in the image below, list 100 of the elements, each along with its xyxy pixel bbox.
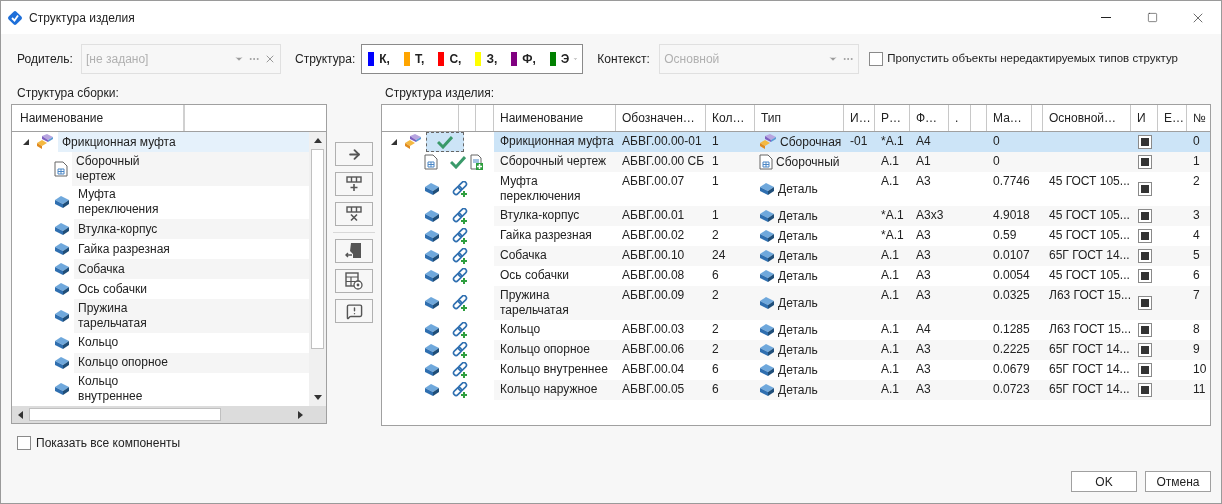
vertical-scrollbar[interactable]	[309, 132, 326, 406]
tree-item[interactable]: Фрикционная муфта	[58, 132, 309, 152]
delete-row-button[interactable]	[335, 202, 373, 226]
row-checkbox[interactable]	[1137, 182, 1152, 196]
assembly-icon	[36, 134, 54, 150]
table-row[interactable]: Кольцо наружное АБВГ.00.05 6 Деталь А.1 А3 0.0723 65Г ГОСТ 14... 11	[382, 380, 1210, 400]
tree-item[interactable]: Втулка-корпус	[74, 219, 309, 239]
structure-code: К,	[379, 51, 390, 68]
column-header[interactable]: Р…	[875, 105, 910, 131]
assembly-icon	[404, 134, 422, 150]
assembly-title: Структура сборки:	[16, 85, 120, 102]
table-cell: 65Г ГОСТ 14...	[1049, 362, 1130, 376]
table-cell: 0.2225	[993, 342, 1030, 356]
scroll-thumb[interactable]	[311, 149, 324, 349]
row-checkbox[interactable]	[1137, 249, 1152, 263]
table-cell: 0.1285	[993, 322, 1030, 336]
row-checkbox[interactable]	[1137, 343, 1152, 357]
table-cell: АБВГ.00.10	[622, 248, 685, 262]
skip-checkbox[interactable]	[869, 52, 884, 66]
scroll-thumb[interactable]	[29, 408, 221, 421]
row-checkbox[interactable]	[1137, 323, 1152, 337]
drawing-icon	[54, 160, 68, 177]
link-plus-icon	[452, 381, 469, 399]
column-header[interactable]: Ма…	[987, 105, 1032, 131]
table-cell: Кольцо внутреннее	[500, 362, 608, 376]
row-checkbox[interactable]	[1137, 383, 1152, 397]
table-cell: А.1	[881, 362, 899, 376]
table-cell: *А.1	[881, 134, 904, 148]
table-cell: Собачка	[500, 248, 547, 262]
column-header[interactable]: И	[1131, 105, 1158, 131]
row-checkbox[interactable]	[1137, 155, 1152, 169]
row-checkbox[interactable]	[1137, 363, 1152, 377]
window-title: Структура изделия	[29, 9, 135, 27]
structure-code: Т,	[414, 51, 425, 68]
block-icon	[424, 296, 440, 310]
block-icon	[759, 182, 775, 196]
row-checkbox[interactable]	[1137, 135, 1152, 149]
column-header[interactable]: №	[1187, 105, 1210, 131]
horizontal-scrollbar[interactable]	[12, 406, 326, 423]
dropdown-icon	[234, 54, 244, 64]
show-all-checkbox[interactable]	[17, 436, 31, 450]
column-header[interactable]: И…	[844, 105, 875, 131]
table-cell: 24	[712, 248, 726, 262]
link-plus-icon	[452, 294, 469, 312]
show-all-label: Показать все компоненты	[36, 435, 181, 452]
table-row[interactable]: Сборочный чертеж АБВГ.00.00 СБ 1 Сборочный А.1 А1 0 1	[382, 152, 1210, 172]
table-cell: 45 ГОСТ 105...	[1049, 228, 1130, 242]
table-cell: Сборочный чертеж	[500, 154, 607, 168]
row-checkbox[interactable]	[1137, 209, 1152, 223]
tree-item[interactable]: Собачка	[74, 259, 309, 279]
table-row[interactable]: Пружина тарельчатая АБВГ.00.09 2 Деталь А.1 А3 0.0325 Л63 ГОСТ 15... 7	[382, 286, 1210, 320]
table-row[interactable]: Кольцо опорное АБВГ.00.06 2 Деталь А.1 А3 0.2225 65Г ГОСТ 14... 9	[382, 340, 1210, 360]
note-exclamation-icon	[345, 302, 363, 320]
block-icon	[759, 363, 775, 377]
import-button[interactable]	[335, 239, 373, 263]
table-cell: 10	[1193, 362, 1207, 376]
table-cell: 0.0107	[993, 248, 1030, 262]
block-icon	[424, 209, 440, 223]
table-cell: А.1	[881, 248, 899, 262]
table-cell: 11	[1193, 382, 1206, 396]
row-checkbox[interactable]	[1137, 229, 1152, 243]
table-cell: 7	[1193, 288, 1200, 302]
cancel-button[interactable]: Отмена	[1145, 471, 1211, 492]
column-header[interactable]: Кол…	[706, 105, 755, 131]
structure-combo[interactable]: К, Т, С, З, Ф, Э	[361, 44, 584, 74]
column-header[interactable]: .	[949, 105, 971, 131]
drawing-icon	[759, 154, 773, 170]
column-header[interactable]: Ф…	[910, 105, 949, 131]
tree-item[interactable]: Пружина тарельчатая	[74, 299, 309, 333]
table-row[interactable]: Фрикционная муфта АБВГ.00.00-01 1 Сборочная -01 *А.1 А4 0 0	[382, 132, 1210, 152]
table-cell: 2	[712, 288, 719, 302]
table-cell: А3	[916, 342, 931, 356]
column-header[interactable]: Обозначен…	[616, 105, 706, 131]
column-header[interactable]: Тип	[755, 105, 844, 131]
column-header[interactable]: Основной…	[1043, 105, 1131, 131]
table-cell: 4.9018	[993, 208, 1030, 222]
column-header[interactable]: Наименование	[494, 105, 616, 131]
table-cell: 65Г ГОСТ 14...	[1049, 248, 1130, 262]
preview-button[interactable]	[335, 269, 373, 293]
table-cell: 5	[1193, 248, 1200, 262]
row-checkbox[interactable]	[1137, 296, 1152, 310]
table-cell: А.1	[881, 268, 899, 282]
add-to-structure-button[interactable]	[335, 142, 373, 166]
block-icon	[54, 222, 70, 236]
scroll-down-icon	[313, 395, 322, 400]
parent-label: Родитель:	[17, 51, 74, 68]
warning-button[interactable]	[335, 299, 373, 323]
tree-item[interactable]: Сборочный чертеж	[72, 152, 309, 186]
row-checkbox[interactable]	[1137, 269, 1152, 283]
add-row-button[interactable]	[335, 172, 373, 196]
table-cell-text: Деталь	[778, 342, 818, 359]
table-cell: 2	[712, 322, 719, 336]
table-row[interactable]: Собачка АБВГ.00.10 24 Деталь А.1 А3 0.0107 65Г ГОСТ 14... 5	[382, 246, 1210, 266]
column-header[interactable]: Е…	[1158, 105, 1187, 131]
expanded-arrow-icon[interactable]	[390, 138, 398, 146]
block-icon	[54, 308, 70, 323]
tree-item[interactable]: Кольцо опорное	[74, 352, 309, 373]
expanded-arrow-icon[interactable]	[22, 138, 30, 146]
ok-button[interactable]: OK	[1071, 471, 1137, 492]
table-row[interactable]: Втулка-корпус АБВГ.00.01 1 Деталь *А.1 А3х3 4.9018 45 ГОСТ 105... 3	[382, 206, 1210, 226]
